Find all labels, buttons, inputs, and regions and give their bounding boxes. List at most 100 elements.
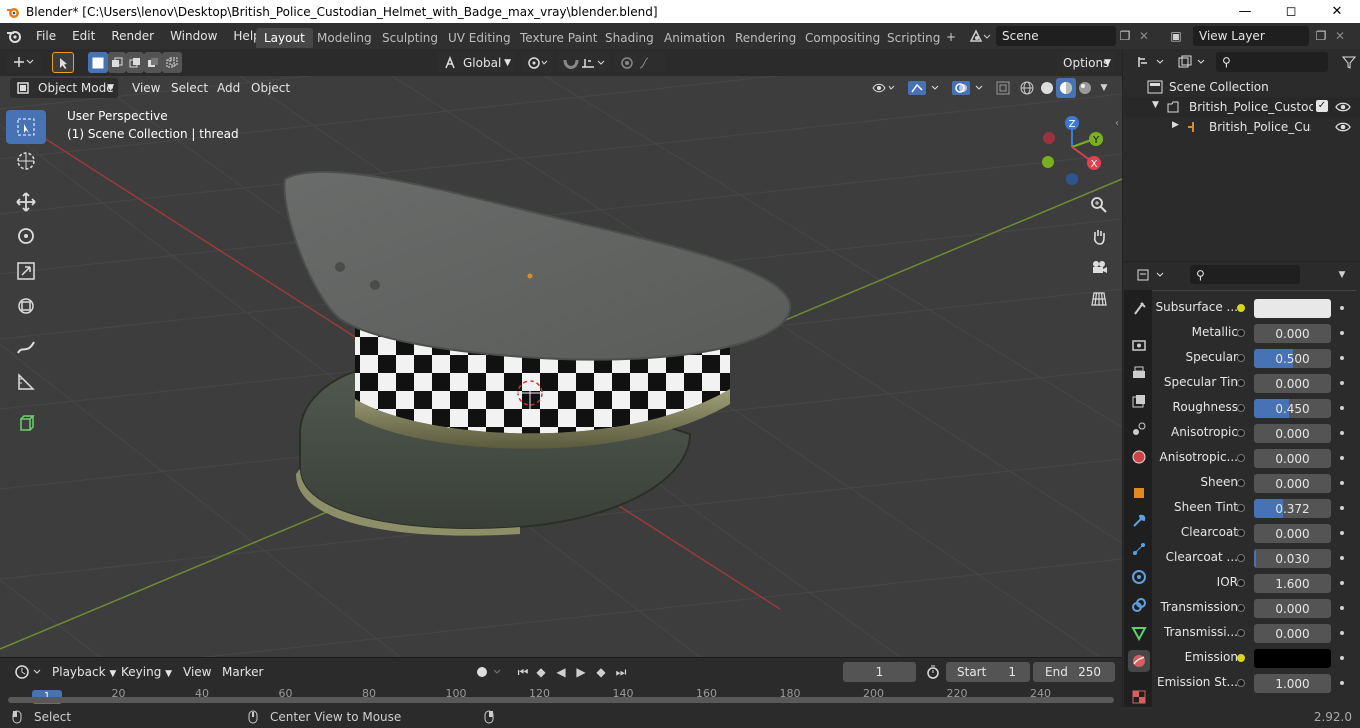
move-tool[interactable] <box>6 185 46 219</box>
tool-tab-icon[interactable] <box>1128 297 1150 319</box>
jump-to-end-icon[interactable]: ⏭ <box>612 662 630 682</box>
workspace-tab-modeling[interactable]: Modeling <box>309 28 380 48</box>
editor-type-dropdown[interactable] <box>6 52 42 72</box>
value-slider-field[interactable]: 0.000 <box>1254 524 1331 543</box>
properties-editor-type-dropdown[interactable] <box>1131 265 1167 285</box>
viewport-options-dropdown[interactable]: Options ▼ <box>1057 52 1115 73</box>
texture-tab-icon[interactable] <box>1128 686 1150 708</box>
property-row[interactable]: Emission St... 1.000 <box>1152 673 1358 694</box>
selection-mode-intersect-button[interactable] <box>162 52 182 73</box>
object-tab-icon[interactable] <box>1128 482 1150 504</box>
properties-options-chevron-icon[interactable]: ▼ <box>1334 265 1350 285</box>
transform-tool[interactable] <box>6 289 46 323</box>
minimize-icon[interactable]: — <box>1222 0 1268 23</box>
delete-scene-icon[interactable]: ✕ <box>1136 27 1152 45</box>
value-slider-field[interactable]: 1.000 <box>1254 674 1331 693</box>
keyframe-dot-icon[interactable] <box>1340 506 1344 510</box>
material-tab-icon[interactable] <box>1128 650 1150 672</box>
proportional-editing-dropdown[interactable] <box>614 52 666 73</box>
jump-to-start-icon[interactable]: ⏮ <box>514 662 532 682</box>
transform-orientation-dropdown[interactable]: Global ▼ <box>437 52 515 73</box>
3d-viewport[interactable]: User Perspective (1) Scene Collection | … <box>0 49 1122 657</box>
socket-dot-icon[interactable] <box>1237 354 1245 362</box>
value-slider-field[interactable]: 0.000 <box>1254 599 1331 618</box>
socket-dot-icon[interactable] <box>1237 429 1245 437</box>
keyframe-dot-icon[interactable] <box>1340 481 1344 485</box>
jump-to-keyframe-next-icon[interactable]: ◆ <box>592 662 610 682</box>
workspace-tab-compositing[interactable]: Compositing <box>797 28 888 48</box>
pivot-point-dropdown[interactable] <box>521 52 553 73</box>
keyframe-dot-icon[interactable] <box>1340 581 1344 585</box>
socket-dot-icon[interactable] <box>1237 454 1245 462</box>
selection-mode-subtract-button[interactable] <box>126 52 144 73</box>
keyframe-dot-icon[interactable] <box>1340 356 1344 360</box>
property-row[interactable]: Transmissi... 0.000 <box>1152 623 1358 644</box>
value-slider-field[interactable]: 0.000 <box>1254 324 1331 343</box>
cursor-tool[interactable] <box>6 144 46 178</box>
socket-dot-icon[interactable] <box>1237 379 1245 387</box>
keyframe-dot-icon[interactable] <box>1340 606 1344 610</box>
add-workspace-icon[interactable]: + <box>943 28 959 46</box>
keyframe-dot-icon[interactable] <box>1340 656 1344 660</box>
socket-dot-icon[interactable] <box>1237 554 1245 562</box>
data-tab-icon[interactable] <box>1128 622 1150 644</box>
menu-file[interactable]: File <box>28 23 64 49</box>
socket-dot-icon[interactable] <box>1237 604 1245 612</box>
collection-checkbox[interactable]: ✓ <box>1316 100 1328 112</box>
viewport-menu-select[interactable]: Select <box>171 80 208 96</box>
play-reverse-icon[interactable]: ◀ <box>552 662 570 682</box>
wireframe-shading-icon[interactable] <box>1018 78 1036 98</box>
viewport-menu-object[interactable]: Object <box>251 80 290 96</box>
current-frame-field[interactable]: 1 <box>843 662 916 682</box>
value-slider-field[interactable]: 0.000 <box>1254 474 1331 493</box>
value-slider-field[interactable]: 0.450 <box>1254 399 1331 418</box>
value-slider-field[interactable]: 0.372 <box>1254 499 1331 518</box>
keyframe-dot-icon[interactable] <box>1340 556 1344 560</box>
property-row[interactable]: Specular Tin 0.000 <box>1152 373 1358 394</box>
value-slider-field[interactable]: 0.500 <box>1254 349 1331 368</box>
view-layer-selector-icon[interactable]: ▣ <box>1162 27 1190 45</box>
value-slider-field[interactable]: 1.600 <box>1254 574 1331 593</box>
property-row[interactable]: Anisotropic... 0.000 <box>1152 448 1358 469</box>
workspace-tab-animation[interactable]: Animation <box>656 28 733 48</box>
color-swatch-field[interactable] <box>1254 649 1331 668</box>
expand-right-icon[interactable]: ▶ <box>1172 120 1179 130</box>
end-frame-field[interactable]: End 250 <box>1033 662 1115 682</box>
outliner-row-object[interactable]: ▶ British_Police_Custo <box>1124 117 1360 137</box>
viewport-menu-add[interactable]: Add <box>217 80 240 96</box>
navigation-gizmo[interactable]: Z Y X <box>1036 111 1110 189</box>
property-row[interactable]: Emission <box>1152 648 1358 669</box>
material-preview-shading-icon[interactable] <box>1056 78 1076 98</box>
property-row[interactable]: Subsurface ... <box>1152 298 1358 319</box>
menu-edit[interactable]: Edit <box>64 23 103 49</box>
keyframe-dot-icon[interactable] <box>1340 681 1344 685</box>
shading-options-chevron-icon[interactable]: ▼ <box>1096 78 1112 98</box>
keyframe-dot-icon[interactable] <box>1340 406 1344 410</box>
add-cube-tool[interactable] <box>6 406 46 440</box>
menu-render[interactable]: Render <box>103 23 162 49</box>
workspace-tab-rendering[interactable]: Rendering <box>727 28 804 48</box>
menu-window[interactable]: Window <box>162 23 225 49</box>
timeline-menu-keying[interactable]: Keying ▼ <box>121 661 172 685</box>
socket-dot-icon[interactable] <box>1237 479 1245 487</box>
xray-toggle-icon[interactable] <box>994 78 1012 98</box>
keyframe-dot-icon[interactable] <box>1340 431 1344 435</box>
stopwatch-icon[interactable] <box>923 662 943 682</box>
measure-tool[interactable] <box>6 365 46 399</box>
view-layer-tab-icon[interactable] <box>1128 390 1150 412</box>
workspace-tab-uv-editing[interactable]: UV Editing <box>440 28 519 48</box>
sidebar-expand-icon[interactable]: ‹ <box>1112 116 1122 130</box>
view-layer-name-field[interactable]: View Layer <box>1193 26 1309 46</box>
viewport-menu-view[interactable]: View <box>132 80 160 96</box>
socket-dot-icon[interactable] <box>1237 529 1245 537</box>
solid-shading-icon[interactable] <box>1038 78 1056 98</box>
scale-tool[interactable] <box>6 254 46 288</box>
socket-dot-icon[interactable] <box>1237 679 1245 687</box>
socket-dot-icon[interactable] <box>1237 404 1245 412</box>
selection-mode-set-button[interactable] <box>88 52 108 73</box>
keyframe-dot-icon[interactable] <box>1340 306 1344 310</box>
property-row[interactable]: Metallic 0.000 <box>1152 323 1358 344</box>
copy-scene-icon[interactable]: ❐ <box>1116 27 1134 45</box>
value-slider-field[interactable]: 0.000 <box>1254 449 1331 468</box>
property-row[interactable]: Clearcoat 0.000 <box>1152 523 1358 544</box>
